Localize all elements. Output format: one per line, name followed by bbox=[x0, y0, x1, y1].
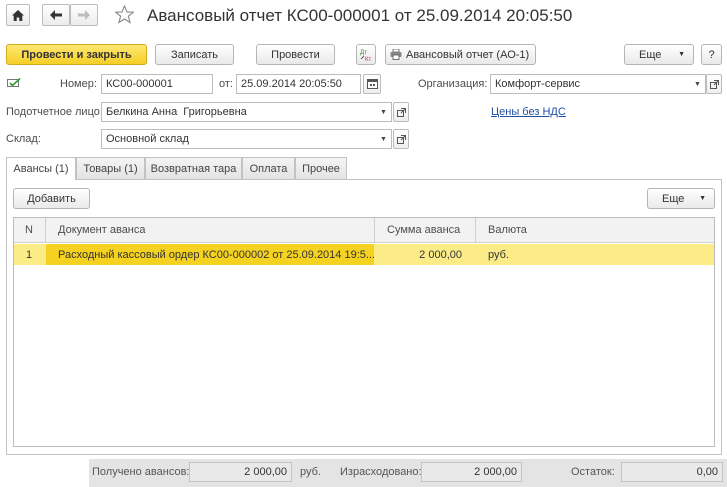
print-form-label: Авансовый отчет (АО-1) bbox=[406, 48, 530, 61]
forward-button[interactable] bbox=[70, 4, 98, 26]
column-header-document[interactable]: Документ аванса bbox=[46, 218, 375, 243]
organization-label: Организация: bbox=[418, 78, 488, 90]
back-button[interactable] bbox=[42, 4, 70, 26]
printer-icon bbox=[390, 49, 402, 60]
organization-field[interactable] bbox=[490, 74, 691, 94]
open-icon bbox=[709, 79, 719, 89]
person-label: Подотчетное лицо: bbox=[6, 106, 103, 118]
person-dropdown[interactable]: ▼ bbox=[376, 102, 392, 122]
svg-text:Дт: Дт bbox=[360, 50, 367, 56]
amount-cell: 2 000,00 bbox=[419, 248, 462, 261]
balance-value: 0,00 bbox=[621, 462, 723, 482]
window-title: Авансовый отчет КС00-000001 от 25.09.201… bbox=[147, 6, 573, 25]
print-form-button[interactable]: Авансовый отчет (АО-1) bbox=[385, 44, 536, 65]
dropdown-arrow-icon: ▼ bbox=[380, 135, 387, 143]
spent-label: Израсходовано: bbox=[340, 466, 422, 478]
date-input[interactable] bbox=[241, 78, 360, 90]
favorite-star-icon bbox=[114, 4, 135, 24]
help-button[interactable]: ? bbox=[701, 44, 722, 65]
home-icon bbox=[12, 9, 24, 21]
tab-advances[interactable]: Авансы (1) bbox=[6, 157, 76, 180]
forward-arrow-icon bbox=[78, 10, 90, 20]
dropdown-arrow-icon: ▼ bbox=[699, 195, 706, 202]
warehouse-dropdown[interactable]: ▼ bbox=[376, 129, 392, 149]
number-field[interactable] bbox=[101, 74, 213, 94]
table-more-button[interactable]: Еще ▼ bbox=[647, 188, 715, 209]
more-actions-label: Еще bbox=[639, 48, 662, 61]
warehouse-open-button[interactable] bbox=[393, 129, 409, 149]
table-row[interactable]: 1 Расходный кассовый ордер КС00-000002 о… bbox=[14, 244, 714, 265]
svg-text:Кт: Кт bbox=[365, 57, 371, 62]
structure-icon: Дт Кт bbox=[360, 50, 371, 62]
tab-returnable-packaging[interactable]: Возвратная тара bbox=[145, 157, 242, 179]
organization-open-button[interactable] bbox=[706, 74, 722, 94]
received-advances-value: 2 000,00 bbox=[189, 462, 292, 482]
organization-dropdown[interactable]: ▼ bbox=[690, 74, 706, 94]
post-and-close-button[interactable]: Провести и закрыть bbox=[6, 44, 147, 65]
document-status-icon bbox=[7, 77, 21, 91]
row-number-cell: 1 bbox=[26, 248, 33, 261]
date-label: от: bbox=[219, 78, 233, 90]
column-header-amount[interactable]: Сумма аванса bbox=[375, 218, 476, 243]
open-icon bbox=[396, 134, 406, 144]
save-button[interactable]: Записать bbox=[155, 44, 234, 65]
tab-other[interactable]: Прочее bbox=[295, 157, 347, 179]
column-header-n[interactable]: N bbox=[14, 218, 46, 243]
open-icon bbox=[396, 107, 406, 117]
tab-goods[interactable]: Товары (1) bbox=[76, 157, 145, 179]
table-more-label: Еще bbox=[662, 192, 685, 205]
back-arrow-icon bbox=[50, 10, 62, 20]
person-input[interactable] bbox=[106, 106, 376, 118]
column-header-currency[interactable]: Валюта bbox=[476, 218, 714, 243]
dropdown-arrow-icon: ▼ bbox=[678, 51, 685, 58]
tab-payment[interactable]: Оплата bbox=[242, 157, 295, 179]
number-label: Номер: bbox=[60, 78, 97, 90]
spent-value: 2 000,00 bbox=[421, 462, 522, 482]
warehouse-input[interactable] bbox=[106, 133, 376, 145]
home-button[interactable] bbox=[6, 4, 30, 26]
warehouse-label: Склад: bbox=[6, 133, 41, 145]
received-advances-label: Получено авансов: bbox=[92, 466, 190, 478]
person-open-button[interactable] bbox=[393, 102, 409, 122]
calendar-button[interactable] bbox=[363, 74, 381, 94]
dropdown-arrow-icon: ▼ bbox=[380, 108, 387, 116]
document-cell[interactable]: Расходный кассовый ордер КС00-000002 от … bbox=[46, 244, 374, 265]
organization-input[interactable] bbox=[495, 78, 690, 90]
favorite-star-button[interactable] bbox=[114, 4, 135, 27]
add-row-button[interactable]: Добавить bbox=[13, 188, 90, 209]
calendar-icon bbox=[366, 79, 378, 89]
number-input[interactable] bbox=[106, 78, 212, 90]
received-currency-label: руб. bbox=[300, 466, 321, 478]
prices-without-vat-link[interactable]: Цены без НДС bbox=[491, 106, 566, 118]
post-button[interactable]: Провести bbox=[256, 44, 335, 65]
structure-button[interactable]: Дт Кт bbox=[356, 44, 376, 65]
balance-label: Остаток: bbox=[571, 466, 615, 478]
currency-cell: руб. bbox=[488, 248, 509, 261]
more-actions-button[interactable]: Еще ▼ bbox=[624, 44, 694, 65]
advances-table[interactable]: N Документ аванса Сумма аванса Валюта 1 … bbox=[13, 217, 715, 447]
warehouse-field[interactable] bbox=[101, 129, 377, 149]
person-field[interactable] bbox=[101, 102, 377, 122]
dropdown-arrow-icon: ▼ bbox=[694, 80, 701, 88]
date-field[interactable] bbox=[236, 74, 361, 94]
